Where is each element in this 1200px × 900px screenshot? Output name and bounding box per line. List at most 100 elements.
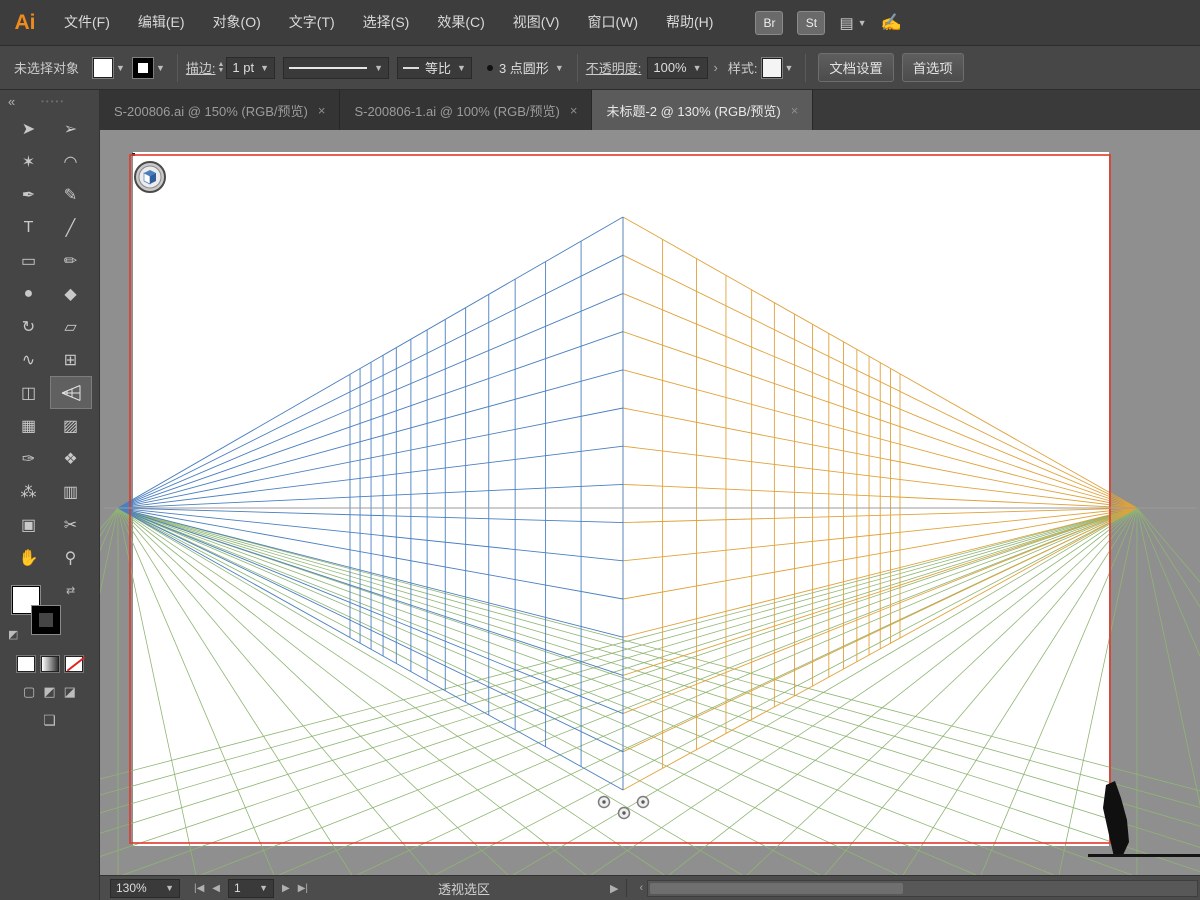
menu-item-1[interactable]: 编辑(E) [124,0,199,45]
column-graph-tool[interactable]: ▥ [50,475,92,508]
free-transform-tool[interactable]: ⊞ [50,343,92,376]
type-tool[interactable]: T [8,211,50,244]
none-button[interactable] [63,655,84,673]
swap-fill-stroke-icon[interactable]: ⇄ [66,584,75,597]
zoom-level-dropdown[interactable]: 130% ▼ [110,878,180,898]
horizontal-scrollbar[interactable] [647,879,1198,897]
status-expand-arrow[interactable]: ▶ [610,882,618,895]
stroke-color-box[interactable] [31,605,61,635]
artboard-tool[interactable]: ▣ [8,508,50,541]
draw-behind-icon[interactable]: ◩ [43,684,55,700]
stroke-style-dropdown[interactable]: ▼ [283,56,390,79]
canvas-area[interactable] [100,130,1200,875]
document-tab-0[interactable]: S-200806.ai @ 150% (RGB/预览) × [100,90,341,130]
workspace-switcher[interactable]: ▤ ▼ [839,14,866,32]
selection-tool[interactable]: ➤ [8,112,50,145]
menu-item-6[interactable]: 视图(V) [499,0,574,45]
panel-expand-arrow[interactable]: › [714,60,718,75]
mesh-tool[interactable]: ▦ [8,409,50,442]
draw-inside-icon[interactable]: ◪ [64,684,76,700]
opacity-label[interactable]: 不透明度: [586,58,642,77]
menu-item-3[interactable]: 文字(T) [275,0,349,45]
gradient-button[interactable] [39,655,60,673]
artboard-number-field[interactable]: 1 ▼ [228,878,274,898]
rotate-tool[interactable]: ↻ [8,310,50,343]
panel-collapse-button[interactable]: « [8,94,15,109]
tab-close-icon[interactable]: × [791,103,799,118]
eraser-tool[interactable]: ◆ [50,277,92,310]
stroke-swatch[interactable] [131,56,154,79]
menu-item-8[interactable]: 帮助(H) [652,0,727,45]
menu-item-7[interactable]: 窗口(W) [573,0,652,45]
scroll-left-arrow[interactable]: ‹ [639,882,643,894]
stroke-weight-field[interactable]: 1 pt ▼ [226,56,276,79]
slice-tool[interactable]: ✂ [50,508,92,541]
status-indicator: 透视选区 [438,881,491,897]
document-setup-button[interactable]: 文档设置 [818,53,894,82]
symbol-sprayer-tool[interactable]: ⁂ [8,475,50,508]
perspective-grid-tool[interactable] [49,376,92,409]
control-panel: 未选择对象 ▼ ▼ 描边: ▲ ▼ 1 pt ▼ ▼ 等比 ▼ 3 点圆形 ▼ 不… [0,45,1200,90]
width-tool[interactable]: ∿ [8,343,50,376]
shape-builder-tool[interactable]: ◫ [8,376,50,409]
rectangle-tool[interactable]: ▭ [8,244,50,277]
stock-button[interactable]: St [797,10,826,35]
divider [176,53,178,82]
blend-tool[interactable]: ❖ [50,442,92,475]
prev-page-button[interactable]: ◀ [212,883,220,894]
divider [805,53,807,82]
first-page-button[interactable]: |◀ [194,883,204,894]
eyedropper-tool[interactable]: ✑ [8,442,50,475]
magic-wand-tool[interactable]: ✶ [8,145,50,178]
style-picker[interactable]: ▼ [760,56,793,79]
brush-dropdown[interactable]: 3 点圆形 ▼ [482,57,569,79]
ground-grid-line [100,507,119,595]
pencil-tool[interactable]: ✎ [50,178,92,211]
scrollbar-thumb[interactable] [650,882,903,894]
default-fill-stroke-icon[interactable]: ◩ [8,628,18,641]
menu-item-0[interactable]: 文件(F) [50,0,124,45]
zoom-level-value: 130% [116,881,147,895]
menu-item-2[interactable]: 对象(O) [199,0,275,45]
cs-live-icon[interactable]: ✍ [881,13,902,33]
pen-tool[interactable]: ✒ [8,178,50,211]
fill-stroke-control: ⇄ ◩ [0,584,99,648]
stroke-weight-stepper[interactable]: ▲ ▼ [217,61,224,74]
style-swatch[interactable] [760,56,783,79]
tab-close-icon[interactable]: × [570,103,578,118]
width-profile-dropdown[interactable]: 等比 ▼ [397,56,472,79]
toolbar-tools: ➤ ➢ ✶ ◠ ✒ ✎ T ╱ ▭ ✏ ● ◆ ↻ ▱ ∿ ⊞ ◫ ▦ ▨ ✑ ❖ ⁂ ▥ ▣ ✂ ✋ ⚲ [0,112,99,574]
next-page-button[interactable]: ▶ [282,883,290,894]
menu-item-4[interactable]: 选择(S) [349,0,424,45]
scale-tool[interactable]: ▱ [50,310,92,343]
ground-grid-line [100,507,119,537]
document-tab-2[interactable]: 未标题-2 @ 130% (RGB/预览) × [592,90,814,130]
preferences-button[interactable]: 首选项 [901,53,964,82]
direct-selection-tool[interactable]: ➢ [50,112,92,145]
paintbrush-tool[interactable]: ✏ [50,244,92,277]
tab-close-icon[interactable]: × [318,103,326,118]
line-segment-tool[interactable]: ╱ [50,211,92,244]
ground-grid-line [100,507,119,552]
divider [576,53,578,82]
bridge-button[interactable]: Br [755,10,784,35]
tools-panel: « ••••• ➤ ➢ ✶ ◠ ✒ ✎ T ╱ ▭ ✏ ● ◆ ↻ ▱ ∿ ⊞ ◫ ▦ ▨ ✑ ❖ ⁂ ▥ ▣ ✂ ✋ ⚲ ⇄ ◩ … [0,90,100,900]
fill-swatch[interactable] [92,56,115,79]
last-page-button[interactable]: ▶| [298,883,308,894]
draw-normal-icon[interactable]: ▢ [23,684,35,700]
fill-color-picker[interactable]: ▼ [92,56,125,79]
menu-item-5[interactable]: 效果(C) [423,0,498,45]
stroke-weight-label[interactable]: 描边: [186,58,216,77]
zoom-tool[interactable]: ⚲ [50,541,92,574]
blob-brush-tool[interactable]: ● [8,277,50,310]
gradient-tool[interactable]: ▨ [50,409,92,442]
document-tab-1[interactable]: S-200806-1.ai @ 100% (RGB/预览) × [340,90,593,130]
color-button[interactable] [15,655,36,673]
lasso-tool[interactable]: ◠ [50,145,92,178]
perspective-grid-canvas[interactable] [100,130,1200,875]
panel-grip[interactable]: ••••• [15,97,91,106]
hand-tool[interactable]: ✋ [8,541,50,574]
opacity-field[interactable]: 100% ▼ [647,56,708,79]
stroke-color-picker[interactable]: ▼ [131,56,165,79]
screen-mode-button[interactable]: ❏ [0,712,99,729]
